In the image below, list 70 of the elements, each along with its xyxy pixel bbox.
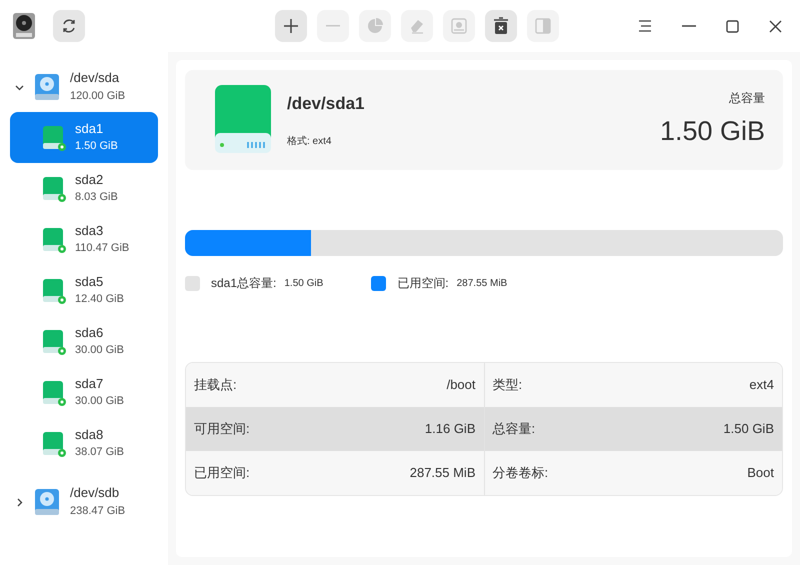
detail-label: 挂载点: xyxy=(194,376,237,394)
detail-label: 已用空间: xyxy=(194,464,250,482)
device-name: /dev/sda xyxy=(70,70,120,86)
partition-item[interactable]: sda2 8.03 GiB xyxy=(10,163,158,214)
detail-value: ext4 xyxy=(749,376,774,394)
app-logo-icon xyxy=(12,12,36,40)
partition-icon xyxy=(41,174,67,202)
detail-value: 1.16 GiB xyxy=(424,420,476,438)
device-item[interactable]: /dev/sdb 238.47 GiB xyxy=(10,477,158,527)
detail-label: 总容量: xyxy=(492,420,536,438)
detail-label: 类型: xyxy=(492,376,522,394)
partition-item[interactable]: sda6 30.00 GiB xyxy=(10,316,158,367)
detail-value: Boot xyxy=(747,464,774,482)
partition-item[interactable]: sda8 38.07 GiB xyxy=(10,418,158,469)
detail-label: 分卷卷标: xyxy=(492,464,548,482)
menu-icon[interactable] xyxy=(638,20,652,32)
device-size: 120.00 GiB xyxy=(70,89,126,104)
device-name: /dev/sdb xyxy=(70,485,120,501)
partition-size: 110.47 GiB xyxy=(75,241,130,256)
add-icon xyxy=(282,17,300,35)
partition-item[interactable]: sda3 110.47 GiB xyxy=(10,214,158,265)
format-label: 格式: ext4 xyxy=(287,134,332,149)
minimize-icon[interactable] xyxy=(682,25,696,27)
partition-item[interactable]: sda7 30.00 GiB xyxy=(10,367,158,418)
partition-size: 30.00 GiB xyxy=(75,394,124,409)
partition-icon xyxy=(41,328,67,356)
partition-item[interactable]: sda1 1.50 GiB xyxy=(10,112,158,163)
partition-size: 1.50 GiB xyxy=(75,139,118,154)
partition-name: sda2 xyxy=(75,172,104,188)
refresh-button[interactable] xyxy=(53,10,85,42)
partition-name: sda1 xyxy=(75,121,104,137)
legend-value: 1.50 GiB xyxy=(284,276,324,290)
device-item[interactable]: /dev/sda 120.00 GiB xyxy=(10,62,158,112)
partition-size: 30.00 GiB xyxy=(75,343,124,358)
detail-value: 287.55 MiB xyxy=(410,464,476,482)
detail-value: /boot xyxy=(446,376,476,394)
partition-icon xyxy=(41,124,67,152)
partition-title: /dev/sda1 xyxy=(287,93,364,116)
detail-label: 可用空间: xyxy=(194,420,250,438)
split-icon xyxy=(534,17,552,35)
partition-name: sda3 xyxy=(75,223,104,239)
legend-label: sda1总容量: xyxy=(211,275,276,292)
capacity-value: 1.50 GiB xyxy=(660,114,765,148)
partition-size: 38.07 GiB xyxy=(75,445,124,460)
eraser-icon xyxy=(408,17,426,35)
capacity-label: 总容量 xyxy=(729,90,765,107)
partition-icon xyxy=(41,276,67,304)
trash-icon xyxy=(492,17,510,35)
partition-icon xyxy=(41,226,67,254)
legend-label: 已用空间: xyxy=(397,275,449,292)
add-button[interactable] xyxy=(275,10,307,42)
maximize-icon[interactable] xyxy=(726,20,739,32)
partition-size: 8.03 GiB xyxy=(75,190,118,205)
partition-size: 12.40 GiB xyxy=(75,292,124,307)
partition-icon xyxy=(41,378,67,406)
close-icon[interactable] xyxy=(769,20,782,32)
detail-value: 1.50 GiB xyxy=(723,420,774,438)
pie-chart-icon xyxy=(366,17,384,35)
chevron-icon[interactable] xyxy=(15,498,24,506)
partition-name: sda7 xyxy=(75,376,104,392)
partition-item[interactable]: sda5 12.40 GiB xyxy=(10,265,158,316)
partition-name: sda8 xyxy=(75,427,104,443)
partition-icon xyxy=(41,430,67,458)
legend-value: 287.55 MiB xyxy=(456,276,508,290)
drive-icon xyxy=(214,85,272,155)
partition-name: sda6 xyxy=(75,325,104,341)
trash-button[interactable] xyxy=(485,10,517,42)
partition-name: sda5 xyxy=(75,274,104,290)
chevron-icon[interactable] xyxy=(15,82,24,92)
device-size: 238.47 GiB xyxy=(70,504,126,519)
